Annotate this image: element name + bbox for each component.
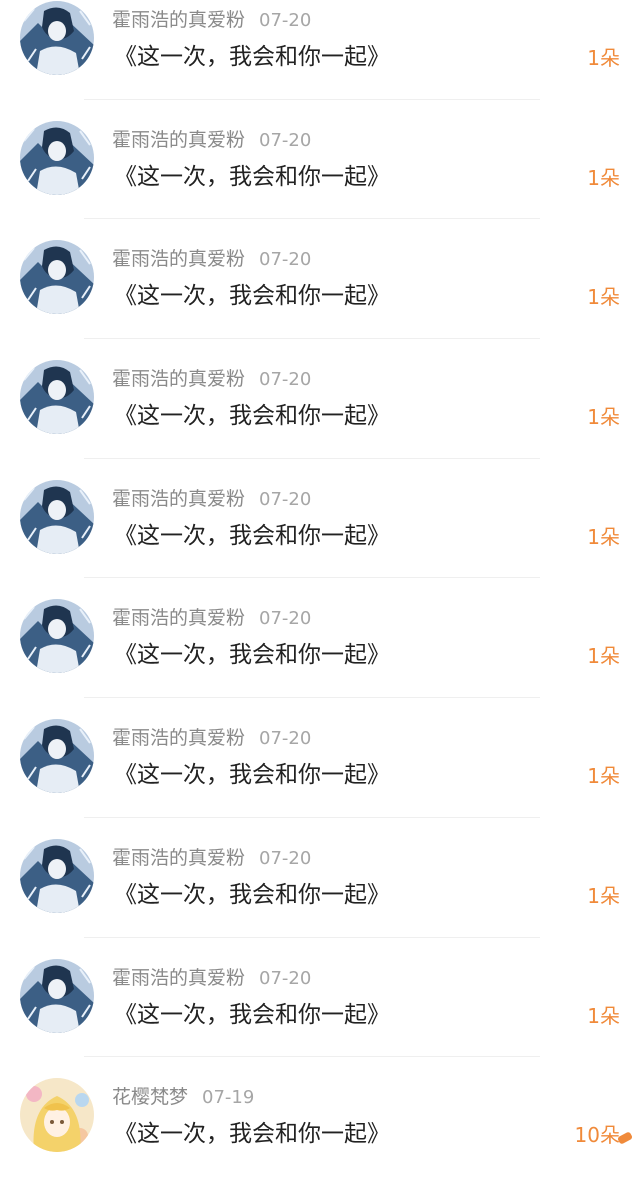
item-meta: 霍雨浩的真爱粉 07-20 [112,604,311,632]
item-title[interactable]: 《这一次，我会和你一起》 [114,1117,390,1151]
list-item[interactable]: 霍雨浩的真爱粉 07-20 《这一次，我会和你一起》 1朵 [0,698,640,818]
item-meta: 霍雨浩的真爱粉 07-20 [112,6,311,34]
username[interactable]: 霍雨浩的真爱粉 [112,248,245,270]
anime-avatar-icon-blue [20,838,94,913]
anime-avatar-icon-blue [20,120,94,195]
avatar[interactable] [20,1078,94,1153]
item-meta: 花樱梵梦 07-19 [112,1083,254,1111]
anime-avatar-icon-blonde [20,1078,94,1153]
avatar[interactable] [20,479,94,554]
avatar[interactable] [20,719,94,794]
list-item[interactable]: 花樱梵梦 07-19 《这一次，我会和你一起》 10朵 [0,1057,640,1177]
flower-count: 1朵 [587,165,620,190]
anime-avatar-icon-blue [20,958,94,1033]
item-meta: 霍雨浩的真爱粉 07-20 [112,844,311,872]
username[interactable]: 霍雨浩的真爱粉 [112,129,245,151]
list-item[interactable]: 霍雨浩的真爱粉 07-20 《这一次，我会和你一起》 1朵 [0,578,640,699]
username[interactable]: 霍雨浩的真爱粉 [112,967,245,989]
username[interactable]: 霍雨浩的真爱粉 [112,607,245,629]
item-title[interactable]: 《这一次，我会和你一起》 [114,758,390,792]
list-item[interactable]: 霍雨浩的真爱粉 07-20 《这一次，我会和你一起》 1朵 [0,339,640,459]
item-date: 07-19 [202,1087,255,1109]
flower-count: 1朵 [587,764,620,789]
item-date: 07-20 [259,608,312,630]
item-meta: 霍雨浩的真爱粉 07-20 [112,485,311,513]
list-item[interactable]: 霍雨浩的真爱粉 07-20 《这一次，我会和你一起》 1朵 [0,100,640,220]
item-meta: 霍雨浩的真爱粉 07-20 [112,245,311,273]
anime-avatar-icon-blue [20,1,94,75]
avatar[interactable] [20,1,94,75]
flower-count: 1朵 [587,405,620,430]
item-title[interactable]: 《这一次，我会和你一起》 [114,878,390,912]
avatar[interactable] [20,240,94,315]
item-title[interactable]: 《这一次，我会和你一起》 [114,279,390,313]
anime-avatar-icon-blue [20,360,94,435]
anime-avatar-icon-blue [20,599,94,674]
item-date: 07-20 [259,369,312,391]
username[interactable]: 霍雨浩的真爱粉 [112,847,245,869]
flower-count: 1朵 [587,524,620,549]
list-item[interactable]: 霍雨浩的真爱粉 07-20 《这一次，我会和你一起》 1朵 [0,459,640,579]
flower-count: 10朵 [574,1123,620,1148]
item-title[interactable]: 《这一次，我会和你一起》 [114,638,390,672]
item-date: 07-20 [259,10,312,31]
item-date: 07-20 [259,728,312,750]
item-date: 07-20 [259,847,312,869]
anime-avatar-icon-blue [20,719,94,794]
flower-count: 1朵 [587,46,620,70]
item-date: 07-20 [259,967,312,989]
gift-list: 霍雨浩的真爱粉 07-20 《这一次，我会和你一起》 1朵 霍雨浩的真爱粉 07-2… [0,0,640,1177]
list-item[interactable]: 霍雨浩的真爱粉 07-20 《这一次，我会和你一起》 1朵 [0,0,640,100]
list-item[interactable]: 霍雨浩的真爱粉 07-20 《这一次，我会和你一起》 1朵 [0,938,640,1058]
list-item[interactable]: 霍雨浩的真爱粉 07-20 《这一次，我会和你一起》 1朵 [0,219,640,340]
username[interactable]: 霍雨浩的真爱粉 [112,368,245,390]
item-date: 07-20 [259,488,312,510]
item-title[interactable]: 《这一次，我会和你一起》 [114,998,390,1032]
item-title[interactable]: 《这一次，我会和你一起》 [114,40,390,74]
avatar[interactable] [20,120,94,195]
anime-avatar-icon-blue [20,479,94,554]
item-date: 07-20 [259,129,312,151]
username[interactable]: 霍雨浩的真爱粉 [112,488,245,510]
item-title[interactable]: 《这一次，我会和你一起》 [114,160,390,194]
username[interactable]: 花樱梵梦 [112,1086,188,1108]
item-meta: 霍雨浩的真爱粉 07-20 [112,365,311,393]
avatar[interactable] [20,599,94,674]
item-meta: 霍雨浩的真爱粉 07-20 [112,724,311,752]
item-title[interactable]: 《这一次，我会和你一起》 [114,399,390,433]
flower-count: 1朵 [587,1003,620,1028]
avatar[interactable] [20,360,94,435]
item-meta: 霍雨浩的真爱粉 07-20 [112,126,311,154]
item-title[interactable]: 《这一次，我会和你一起》 [114,519,390,553]
list-item[interactable]: 霍雨浩的真爱粉 07-20 《这一次，我会和你一起》 1朵 [0,818,640,938]
flower-count: 1朵 [587,644,620,669]
flower-count: 1朵 [587,883,620,908]
anime-avatar-icon-blue [20,240,94,315]
item-meta: 霍雨浩的真爱粉 07-20 [112,964,311,992]
flower-count: 1朵 [587,285,620,310]
avatar[interactable] [20,838,94,913]
avatar[interactable] [20,958,94,1033]
item-date: 07-20 [259,249,312,271]
username[interactable]: 霍雨浩的真爱粉 [112,9,245,31]
username[interactable]: 霍雨浩的真爱粉 [112,727,245,749]
